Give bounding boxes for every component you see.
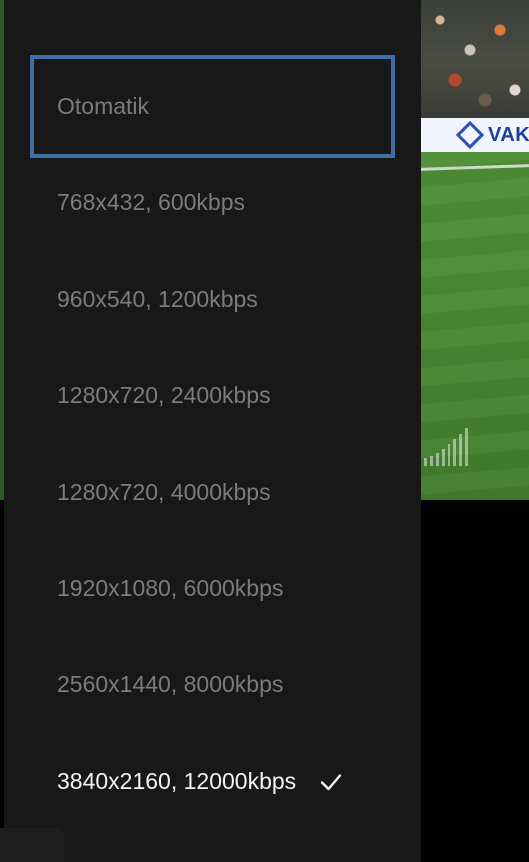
quality-menu: Otomatik 768x432, 600kbps 960x540, 1200k… (4, 0, 421, 862)
quality-option-1440p[interactable]: 2560x1440, 8000kbps (30, 633, 395, 736)
quality-option-432p[interactable]: 768x432, 600kbps (30, 151, 395, 254)
quality-option-1080p[interactable]: 1920x1080, 6000kbps (30, 537, 395, 640)
quality-option-label: 768x432, 600kbps (57, 189, 245, 215)
quality-option-label: 3840x2160, 12000kbps (57, 768, 297, 794)
quality-option-label: 960x540, 1200kbps (57, 286, 258, 312)
quality-option-720p-4000[interactable]: 1280x720, 4000kbps (30, 441, 395, 544)
quality-option-label: 2560x1440, 8000kbps (57, 671, 284, 697)
quality-option-720p-2400[interactable]: 1280x720, 2400kbps (30, 344, 395, 447)
quality-option-label: 1280x720, 4000kbps (57, 479, 271, 505)
bottom-tab-handle[interactable] (0, 828, 64, 862)
ad-board-text: VAKI (488, 124, 529, 146)
quality-option-label: 1280x720, 2400kbps (57, 382, 271, 408)
quality-option-540p[interactable]: 960x540, 1200kbps (30, 248, 395, 351)
quality-option-label: 1920x1080, 6000kbps (57, 575, 284, 601)
checkmark-icon (320, 771, 342, 793)
quality-option-label: Otomatik (57, 93, 150, 119)
quality-option-auto[interactable]: Otomatik (30, 55, 395, 158)
signal-bars-icon (424, 428, 468, 466)
quality-option-2160p[interactable]: 3840x2160, 12000kbps (30, 730, 395, 833)
